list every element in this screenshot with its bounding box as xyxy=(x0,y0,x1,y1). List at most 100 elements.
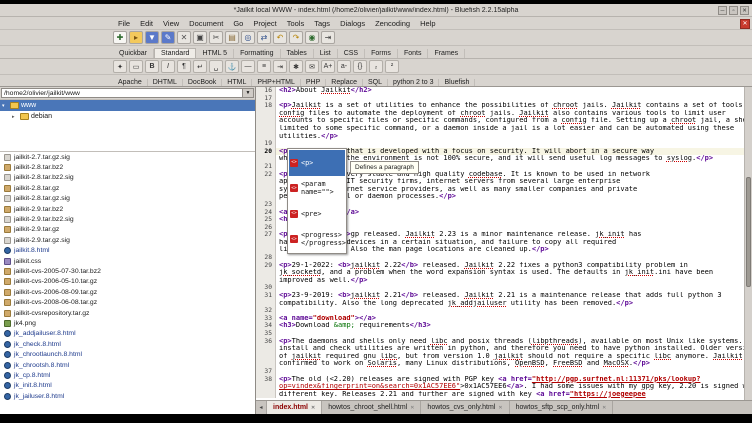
tab-close-icon[interactable]: ✕ xyxy=(602,405,606,411)
file-item[interactable]: jk_cp.8.html xyxy=(0,370,255,380)
editor-row[interactable]: 34<h3>Download &amp; requirements</h3> xyxy=(256,322,744,330)
menu-file[interactable]: File xyxy=(113,19,135,28)
menu-tags[interactable]: Tags xyxy=(309,19,335,28)
quickbar-tab-list[interactable]: List xyxy=(314,49,338,58)
anchor-button[interactable]: ⚓ xyxy=(225,60,239,73)
autocomplete-item[interactable]: <><p> xyxy=(289,150,345,176)
superscript-button[interactable]: ² xyxy=(385,60,399,73)
quickstart-button[interactable]: ✦ xyxy=(113,60,127,73)
snippet-tab-python-2-to-3[interactable]: python 2 to 3 xyxy=(388,79,439,86)
snippet-tab-php+html[interactable]: PHP+HTML xyxy=(252,79,301,86)
menu-project[interactable]: Project xyxy=(248,19,281,28)
editor-row[interactable]: accounts to specific files or specific c… xyxy=(256,117,744,125)
body-button[interactable]: ▭ xyxy=(129,60,143,73)
file-item[interactable]: jk_chrootsh.8.html xyxy=(0,360,255,370)
editor-row[interactable]: improved as well.</p> xyxy=(256,277,744,285)
document-tab-howtos_sftp_scp_only.html[interactable]: howtos_sftp_scp_only.html✕ xyxy=(510,401,614,414)
file-item[interactable]: jailkit-2.9.tar.gz xyxy=(0,225,255,235)
quickbar-tab-standard[interactable]: Standard xyxy=(154,48,196,58)
menu-dialogs[interactable]: Dialogs xyxy=(335,19,370,28)
file-item[interactable]: jailkit-cvs-2006-08-09.tar.gz xyxy=(0,287,255,297)
expander-icon[interactable]: ▸ xyxy=(12,114,18,120)
editor-area[interactable]: 16<h2>About Jailkit</h2>17 18<p>Jailkit … xyxy=(256,87,752,400)
email-button[interactable]: ✉ xyxy=(305,60,319,73)
menu-tools[interactable]: Tools xyxy=(282,19,310,28)
editor-row[interactable]: config files to automate the deployment … xyxy=(256,110,744,118)
copy-button[interactable]: ▣ xyxy=(193,31,207,44)
editor-row[interactable]: utilities.</p> xyxy=(256,133,744,141)
snippet-tab-bluefish[interactable]: Bluefish xyxy=(439,79,475,86)
document-tab-howtos_cvs_only.html[interactable]: howtos_cvs_only.html✕ xyxy=(421,401,509,414)
comment-button[interactable]: ✱ xyxy=(289,60,303,73)
close-document-button[interactable]: ✕ xyxy=(177,31,191,44)
editor-row[interactable]: different key. Releases 2.21 and further… xyxy=(256,391,744,399)
document-tab-index.html[interactable]: index.html✕ xyxy=(267,401,322,414)
quickbar-tab-frames[interactable]: Frames xyxy=(428,49,465,58)
font-size-minus-button[interactable]: a- xyxy=(337,60,351,73)
file-item[interactable]: jailkit-2.8.tar.bz2 xyxy=(0,162,255,172)
undo-button[interactable]: ↶ xyxy=(273,31,287,44)
snippet-tab-html[interactable]: HTML xyxy=(222,79,252,86)
quickbar-tab-html-5[interactable]: HTML 5 xyxy=(196,49,234,58)
file-item[interactable]: jk_addjailuser.8.html xyxy=(0,329,255,339)
quickbar-tab-quickbar[interactable]: Quickbar xyxy=(113,49,154,58)
nbsp-button[interactable]: ␣ xyxy=(209,60,223,73)
paragraph-button[interactable]: ¶ xyxy=(177,60,191,73)
quickbar-tab-fonts[interactable]: Fonts xyxy=(398,49,429,58)
path-combo[interactable]: /home2/olivier/jailkit/www xyxy=(1,88,243,98)
menu-edit[interactable]: Edit xyxy=(135,19,158,28)
editor-row[interactable]: 28 xyxy=(256,254,744,262)
menubar-close-icon[interactable]: ✕ xyxy=(740,19,750,29)
preview-browser-button[interactable]: ◉ xyxy=(305,31,319,44)
subscript-button[interactable]: ₂ xyxy=(369,60,383,73)
file-item[interactable]: jk_check.8.html xyxy=(0,339,255,349)
editor-row[interactable]: 30 xyxy=(256,284,744,292)
minimize-button[interactable]: ─ xyxy=(718,6,727,15)
snippet-tab-apache[interactable]: Apache xyxy=(113,79,148,86)
editor-row[interactable]: 16<h2>About Jailkit</h2> xyxy=(256,87,744,95)
find-button[interactable]: ◎ xyxy=(241,31,255,44)
snippet-tab-dhtml[interactable]: DHTML xyxy=(148,79,183,86)
file-item[interactable]: jailkit-2.7.tar.gz.sig xyxy=(0,152,255,162)
path-dropdown-icon[interactable]: ▼ xyxy=(243,88,254,98)
menu-view[interactable]: View xyxy=(158,19,184,28)
file-item[interactable]: jailkit-2.8.tar.bz2.sig xyxy=(0,173,255,183)
editor-row[interactable]: jk_socketd, and a problem when the word … xyxy=(256,269,744,277)
font-size-plus-button[interactable]: A+ xyxy=(321,60,335,73)
file-item[interactable]: jk4.png xyxy=(0,318,255,328)
right-justify-button[interactable]: ⇥ xyxy=(273,60,287,73)
snippet-tab-php[interactable]: PHP xyxy=(301,79,326,86)
tab-close-icon[interactable]: ✕ xyxy=(311,405,315,411)
editor-row[interactable]: compatibility. Also the long deprecated … xyxy=(256,300,744,308)
paste-button[interactable]: ▤ xyxy=(225,31,239,44)
menu-zencoding[interactable]: Zencoding xyxy=(370,19,415,28)
file-item[interactable]: jailkit-2.9.tar.gz.sig xyxy=(0,235,255,245)
preformatted-button[interactable]: {} xyxy=(353,60,367,73)
quickbar-tab-formatting[interactable]: Formatting xyxy=(234,49,280,58)
editor-row[interactable]: 19 xyxy=(256,140,744,148)
file-item[interactable]: jailkit-2.8.tar.gz xyxy=(0,183,255,193)
file-item[interactable]: jailkit-2.8.tar.gz.sig xyxy=(0,194,255,204)
file-item[interactable]: jailkit.css xyxy=(0,256,255,266)
quickbar-tab-tables[interactable]: Tables xyxy=(281,49,314,58)
snippet-tab-sql[interactable]: SQL xyxy=(363,79,388,86)
line-break-button[interactable]: ↵ xyxy=(193,60,207,73)
save-button[interactable]: ▼ xyxy=(145,31,159,44)
editor-row[interactable]: 38<p>The old (<2.20) releases are signed… xyxy=(256,376,744,384)
file-item[interactable]: jk_init.8.html xyxy=(0,381,255,391)
scrollbar-thumb[interactable] xyxy=(746,177,751,287)
bold-button[interactable]: B xyxy=(145,60,159,73)
file-item[interactable]: jailkit-2.9.tar.bz2.sig xyxy=(0,214,255,224)
file-item[interactable]: jailkit-cvs-2005-07-30.tar.bz2 xyxy=(0,266,255,276)
file-item[interactable]: jailkit-2.9.tar.bz2 xyxy=(0,204,255,214)
menu-help[interactable]: Help xyxy=(415,19,440,28)
editor-scrollbar[interactable] xyxy=(744,87,752,400)
editor-row[interactable]: 31<p>23-9-2019: <b>jailkit 2.21</b> rele… xyxy=(256,292,744,300)
open-file-button[interactable]: ▸ xyxy=(129,31,143,44)
redo-button[interactable]: ↷ xyxy=(289,31,303,44)
maximize-button[interactable]: ▫ xyxy=(729,6,738,15)
menu-go[interactable]: Go xyxy=(228,19,248,28)
editor-row[interactable]: 29<p>29-1-2022: <b>jailkit 2.22</b> rele… xyxy=(256,262,744,270)
tab-scroll-left-icon[interactable]: ◂ xyxy=(256,401,267,414)
editor-row[interactable]: 33<a name="download"></a> xyxy=(256,315,744,323)
